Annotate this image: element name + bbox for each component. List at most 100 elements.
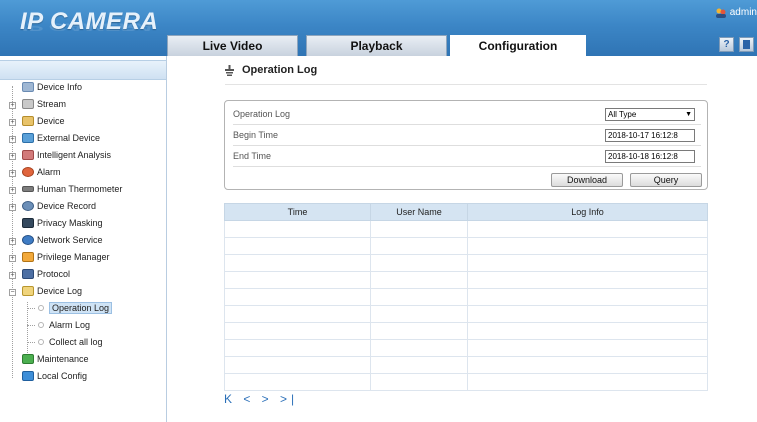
expand-alarm[interactable]: + <box>9 170 16 177</box>
table-cell <box>370 288 468 306</box>
tree-line <box>27 325 35 326</box>
expand-human-thermometer[interactable]: + <box>9 187 16 194</box>
bullet-icon <box>38 321 44 328</box>
table-cell <box>224 305 371 323</box>
filter-row-operation-log: Operation Log All Type ▼ <box>233 104 701 125</box>
device-record-icon <box>22 200 34 211</box>
sidebar-item-collect-all-log[interactable]: Collect all log <box>38 333 103 350</box>
sidebar-item-local-config[interactable]: Local Config <box>22 367 87 384</box>
table-cell <box>224 254 371 272</box>
filter-row-end-time: End Time 2018-10-18 16:12:8 <box>233 146 701 167</box>
tree-line <box>27 302 28 355</box>
user-badge[interactable]: admin <box>715 7 757 18</box>
sidebar-item-device-info[interactable]: Device Info <box>22 78 82 95</box>
expand-network-service[interactable]: + <box>9 238 16 245</box>
device-icon <box>22 115 34 126</box>
table-row <box>224 271 708 289</box>
help-button[interactable]: ? <box>719 37 734 52</box>
table-row <box>224 254 708 272</box>
sidebar-item-external-device[interactable]: External Device <box>22 129 100 146</box>
pagination-controls[interactable]: K < > >| <box>224 392 298 406</box>
table-cell <box>224 322 371 340</box>
table-row <box>224 322 708 340</box>
expand-device[interactable]: + <box>9 119 16 126</box>
device-log-icon <box>22 285 34 296</box>
sidebar-item-alarm-log[interactable]: Alarm Log <box>38 316 90 333</box>
sidebar-item-maintenance[interactable]: Maintenance <box>22 350 89 367</box>
column-header-time: Time <box>224 203 371 221</box>
table-cell <box>370 305 468 323</box>
tree-line <box>12 86 13 378</box>
table-cell <box>467 322 708 340</box>
table-cell <box>370 254 468 272</box>
tree-line <box>27 342 35 343</box>
table-row <box>224 356 708 374</box>
sidebar-item-privilege-manager[interactable]: Privilege Manager <box>22 248 110 265</box>
title-divider <box>225 84 707 85</box>
sidebar-item-human-thermometer[interactable]: Human Thermometer <box>22 180 122 197</box>
expand-privilege-manager[interactable]: + <box>9 255 16 262</box>
bullet-icon <box>38 338 44 345</box>
user-name: admin <box>729 7 757 18</box>
sidebar-item-network-service[interactable]: Network Service <box>22 231 103 248</box>
protocol-icon <box>22 268 34 279</box>
table-cell <box>467 220 708 238</box>
begin-time-input[interactable]: 2018-10-17 16:12:8 <box>605 129 695 142</box>
top-header: IP CAMERA IP CAMERA Live Video Playback … <box>0 0 757 56</box>
sidebar-item-protocol[interactable]: Protocol <box>22 265 70 282</box>
operation-type-select[interactable]: All Type ▼ <box>605 108 695 121</box>
expand-stream[interactable]: + <box>9 102 16 109</box>
table-cell <box>370 339 468 357</box>
table-cell <box>224 288 371 306</box>
bullet-icon <box>38 304 44 311</box>
table-cell <box>224 220 371 238</box>
filter-panel: Operation Log All Type ▼ Begin Time 2018… <box>224 100 708 190</box>
sidebar-item-stream[interactable]: Stream <box>22 95 66 112</box>
filter-row-begin-time: Begin Time 2018-10-17 16:12:8 <box>233 125 701 146</box>
tab-configuration[interactable]: Configuration <box>450 35 586 56</box>
table-cell <box>467 356 708 374</box>
download-button[interactable]: Download <box>551 173 623 187</box>
sidebar-item-operation-log[interactable]: Operation Log <box>38 299 113 316</box>
expand-intelligent-analysis[interactable]: + <box>9 153 16 160</box>
page-title: Operation Log <box>225 64 317 76</box>
table-cell <box>370 237 468 255</box>
tab-live-video[interactable]: Live Video <box>167 35 298 56</box>
table-row <box>224 305 708 323</box>
sidebar-item-device[interactable]: Device <box>22 112 65 129</box>
table-cell <box>224 356 371 374</box>
table-row <box>224 288 708 306</box>
sidebar-item-device-log[interactable]: Device Log <box>22 282 82 299</box>
local-config-icon <box>22 370 34 381</box>
end-time-input[interactable]: 2018-10-18 16:12:8 <box>605 150 695 163</box>
table-row <box>224 339 708 357</box>
expand-protocol[interactable]: + <box>9 272 16 279</box>
table-cell <box>224 339 371 357</box>
tab-playback[interactable]: Playback <box>306 35 447 56</box>
sidebar-item-intelligent-analysis[interactable]: Intelligent Analysis <box>22 146 111 163</box>
table-cell <box>467 254 708 272</box>
table-cell <box>467 339 708 357</box>
config-sidebar: Device Info + Stream + Device + External… <box>0 56 167 422</box>
app-logo-reflection: IP CAMERA <box>20 20 154 33</box>
expand-device-record[interactable]: + <box>9 204 16 211</box>
logout-button[interactable] <box>739 37 754 52</box>
table-cell <box>370 220 468 238</box>
tree-line <box>27 308 35 309</box>
table-cell <box>370 373 468 391</box>
table-cell <box>467 237 708 255</box>
thermometer-icon <box>22 185 34 192</box>
stream-icon <box>22 98 34 109</box>
table-row <box>224 373 708 391</box>
main-content: Operation Log Operation Log All Type ▼ B… <box>168 56 757 422</box>
sidebar-item-alarm[interactable]: Alarm <box>22 163 61 180</box>
sidebar-item-privacy-masking[interactable]: Privacy Masking <box>22 214 103 231</box>
sidebar-item-device-record[interactable]: Device Record <box>22 197 96 214</box>
table-cell <box>467 305 708 323</box>
query-button[interactable]: Query <box>630 173 702 187</box>
sidebar-header <box>0 60 166 80</box>
table-cell <box>224 373 371 391</box>
privacy-masking-icon <box>22 217 34 228</box>
collapse-device-log[interactable]: − <box>9 289 16 296</box>
expand-external-device[interactable]: + <box>9 136 16 143</box>
